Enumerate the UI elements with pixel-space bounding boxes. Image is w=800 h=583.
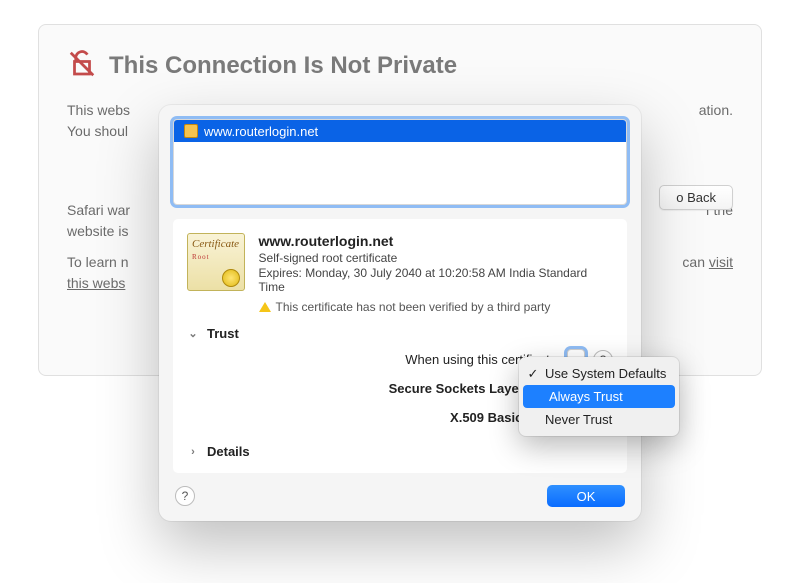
certificate-expiry: Expires: Monday, 30 July 2040 at 10:20:5… (259, 266, 613, 294)
x509-label: X.509 Basic Polic (213, 410, 567, 425)
certificate-badge-icon: Certificate Root (187, 233, 245, 291)
go-back-button[interactable]: o Back (659, 185, 733, 210)
trust-section-label: Trust (207, 326, 239, 341)
chevron-right-icon: › (187, 446, 199, 458)
certificate-file-icon (184, 124, 198, 138)
certificate-tree[interactable]: www.routerlogin.net (173, 119, 627, 205)
when-using-label: When using this certificate (213, 352, 567, 367)
trust-option-always-trust[interactable]: Always Trust (523, 385, 675, 408)
certificate-tree-label: www.routerlogin.net (204, 124, 318, 139)
this-website-link[interactable]: this webs (67, 275, 125, 291)
details-section-label: Details (207, 444, 250, 459)
visit-link[interactable]: visit (709, 254, 733, 270)
certificate-tree-item[interactable]: www.routerlogin.net (174, 120, 626, 142)
trust-option-system-defaults[interactable]: ✓ Use System Defaults (519, 362, 679, 385)
ssl-label: Secure Sockets Layer (SSL (213, 381, 567, 396)
certificate-verification-warning: This certificate has not been verified b… (259, 300, 613, 314)
warning-triangle-icon (259, 302, 271, 312)
trust-dropdown-menu: ✓ Use System Defaults Always Trust Never… (519, 357, 679, 436)
certificate-name: www.routerlogin.net (259, 233, 613, 249)
warning-title: This Connection Is Not Private (109, 52, 457, 80)
lock-slash-icon (67, 49, 97, 82)
details-section-toggle[interactable]: › Details (187, 444, 613, 459)
certificate-type: Self-signed root certificate (259, 251, 613, 265)
trust-section-toggle[interactable]: ⌄ Trust (187, 326, 613, 341)
chevron-down-icon: ⌄ (187, 327, 199, 340)
certificate-dialog: www.routerlogin.net Certificate Root www… (159, 105, 641, 521)
check-icon: ✓ (527, 366, 539, 382)
dialog-help-button[interactable]: ? (175, 486, 195, 506)
ok-button[interactable]: OK (547, 485, 625, 507)
trust-option-never-trust[interactable]: Never Trust (519, 408, 679, 431)
